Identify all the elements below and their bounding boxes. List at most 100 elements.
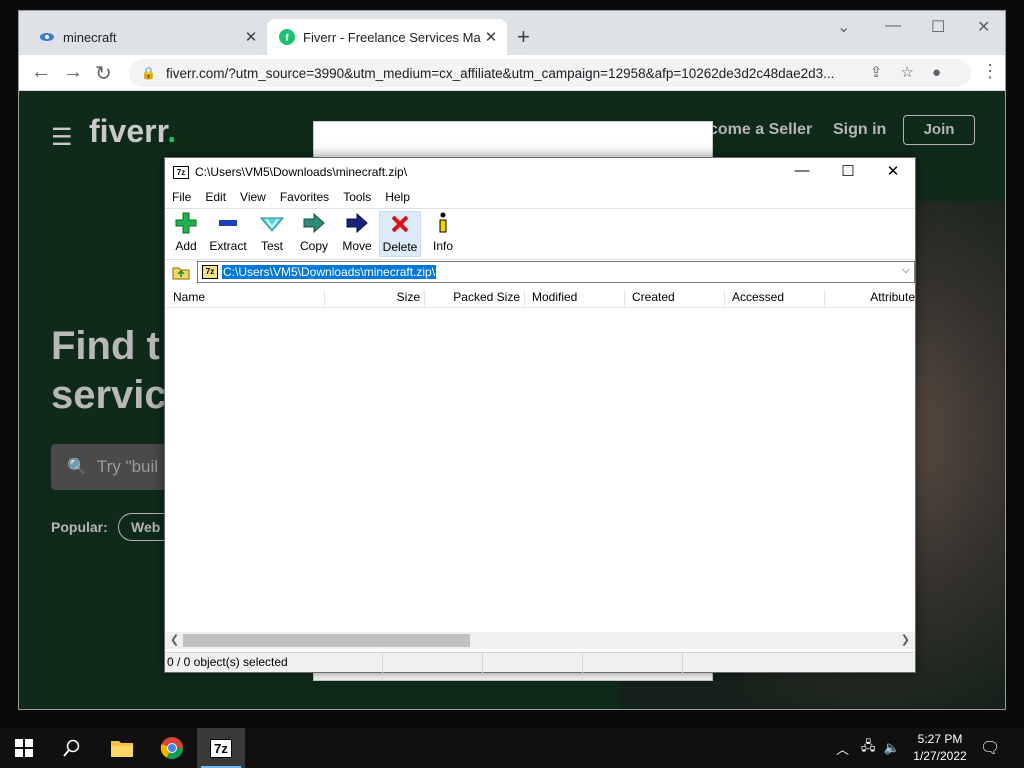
start-button[interactable] [0, 728, 48, 768]
delete-label: Delete [382, 240, 418, 254]
forward-icon[interactable]: → [63, 61, 83, 84]
address-bar[interactable]: 🔒 fiverr.com/?utm_source=3990&utm_medium… [129, 59, 971, 87]
join-button[interactable]: Join [903, 115, 975, 145]
share-icon[interactable]: ⇪ [870, 64, 901, 81]
hero-heading-line1: Find t [51, 324, 160, 368]
scroll-thumb[interactable] [183, 634, 470, 647]
column-created[interactable]: Created [625, 290, 725, 308]
file-list[interactable] [165, 308, 915, 632]
logo-dot: . [167, 113, 177, 149]
tab-close-icon[interactable]: ✕ [241, 28, 261, 46]
system-tray: ︿ 🖧 🔈 [836, 728, 900, 768]
menu-tools[interactable]: Tools [336, 190, 378, 204]
column-name[interactable]: Name [173, 290, 325, 308]
test-button[interactable]: Test [251, 211, 293, 257]
lock-icon: 🔒 [141, 66, 156, 80]
path-text[interactable]: C:\Users\VM5\Downloads\minecraft.zip\ [222, 265, 437, 279]
copy-button[interactable]: Copy [293, 211, 335, 257]
scroll-right-icon[interactable]: ❯ [901, 633, 910, 646]
reload-icon[interactable]: ↻ [95, 61, 112, 86]
window-title: C:\Users\VM5\Downloads\minecraft.zip\ [195, 165, 408, 179]
copy-label: Copy [299, 239, 328, 253]
move-arrow-icon [345, 211, 369, 235]
scroll-left-icon[interactable]: ❮ [170, 633, 179, 646]
path-combobox[interactable]: 7z C:\Users\VM5\Downloads\minecraft.zip\… [197, 261, 915, 283]
close-icon[interactable]: ✕ [870, 162, 916, 180]
clock[interactable]: 5:27 PM 1/27/2022 [900, 731, 980, 765]
chevron-down-icon[interactable]: ⌵ [902, 264, 910, 277]
taskbar-search-button[interactable] [48, 728, 96, 768]
horizontal-scrollbar[interactable]: ❮ ❯ [165, 632, 915, 649]
profile-icon[interactable]: ● [932, 64, 959, 81]
become-seller-link[interactable]: come a Seller [709, 121, 812, 139]
checkmark-icon [260, 211, 284, 235]
add-button[interactable]: Add [165, 211, 207, 257]
extract-label: Extract [209, 239, 247, 253]
move-label: Move [342, 239, 372, 253]
sevenzip-window: 7z C:\Users\VM5\Downloads\minecraft.zip\… [164, 157, 916, 673]
taskbar: 7z ︿ 🖧 🔈 5:27 PM 1/27/2022 🗨 [0, 728, 1024, 768]
menu-help[interactable]: Help [378, 190, 417, 204]
test-label: Test [260, 239, 283, 253]
browser-toolbar: ← → ↻ 🔒 fiverr.com/?utm_source=3990&utm_… [19, 55, 1005, 91]
maximize-icon[interactable]: ☐ [931, 17, 945, 37]
column-packed-size[interactable]: Packed Size [425, 290, 525, 308]
browser-menu-icon[interactable]: ⋮ [981, 61, 999, 82]
menu-view[interactable]: View [233, 190, 273, 204]
close-icon[interactable]: ✕ [977, 17, 990, 37]
move-button[interactable]: Move [336, 211, 378, 257]
tab-title: minecraft [63, 29, 117, 45]
tab-search-icon[interactable]: ⌄ [837, 17, 850, 37]
copy-arrow-icon [302, 211, 326, 235]
menu-favorites[interactable]: Favorites [273, 190, 336, 204]
column-attributes[interactable]: Attribute [825, 290, 915, 308]
tab-close-icon[interactable]: ✕ [481, 28, 501, 46]
hamburger-menu-icon[interactable]: ☰ [51, 123, 73, 152]
sign-in-link[interactable]: Sign in [833, 121, 886, 139]
delete-x-icon [390, 212, 410, 236]
column-modified[interactable]: Modified [525, 290, 625, 308]
info-icon [436, 211, 450, 235]
sevenzip-app-icon: 7z [173, 165, 189, 179]
search-icon [63, 739, 80, 757]
minimize-icon[interactable]: — [885, 17, 901, 35]
info-label: Info [432, 239, 453, 253]
folder-up-icon[interactable] [169, 261, 193, 283]
plus-icon [175, 211, 197, 235]
notifications-icon[interactable]: 🗨 [980, 738, 1000, 758]
volume-muted-icon[interactable]: 🔈 [884, 740, 900, 756]
chrome-icon [160, 737, 183, 759]
status-cell [383, 653, 483, 673]
tab-fiverr[interactable]: f Fiverr - Freelance Services Marke ✕ [267, 19, 507, 55]
back-icon[interactable]: ← [31, 61, 51, 84]
status-bar: 0 / 0 object(s) selected [165, 652, 915, 673]
selection-status: 0 / 0 object(s) selected [165, 653, 383, 673]
delete-button[interactable]: Delete [379, 211, 421, 257]
bookmark-star-icon[interactable]: ☆ [900, 64, 931, 81]
windows-logo-icon [15, 739, 33, 757]
chrome-taskbar-button[interactable] [148, 728, 196, 768]
chevron-up-icon[interactable]: ︿ [836, 739, 849, 758]
sevenzip-app-icon: 7z [210, 738, 232, 758]
status-cell [483, 653, 583, 673]
menu-edit[interactable]: Edit [198, 190, 233, 204]
info-button[interactable]: Info [422, 211, 464, 257]
hero-heading-line2: servic [51, 373, 167, 417]
status-cell [583, 653, 683, 673]
column-size[interactable]: Size [325, 290, 425, 308]
new-tab-button[interactable]: + [517, 24, 530, 50]
tab-minecraft[interactable]: minecraft ✕ [27, 19, 267, 55]
title-bar[interactable]: 7z C:\Users\VM5\Downloads\minecraft.zip\… [165, 158, 915, 186]
search-placeholder: Try "buil [96, 457, 159, 476]
minimize-icon[interactable]: — [779, 162, 825, 179]
fiverr-logo[interactable]: fiverr. [89, 113, 176, 150]
sevenzip-taskbar-button[interactable]: 7z [197, 728, 245, 768]
file-explorer-button[interactable] [98, 728, 146, 768]
network-icon[interactable]: 🖧 [861, 737, 876, 759]
column-accessed[interactable]: Accessed [725, 290, 825, 308]
menu-file[interactable]: File [165, 190, 198, 204]
tab-strip: minecraft ✕ f Fiverr - Freelance Service… [19, 11, 1005, 55]
extract-button[interactable]: Extract [207, 211, 249, 257]
omnibox-actions: ⇪☆● [870, 63, 959, 81]
maximize-icon[interactable]: ☐ [825, 162, 871, 180]
